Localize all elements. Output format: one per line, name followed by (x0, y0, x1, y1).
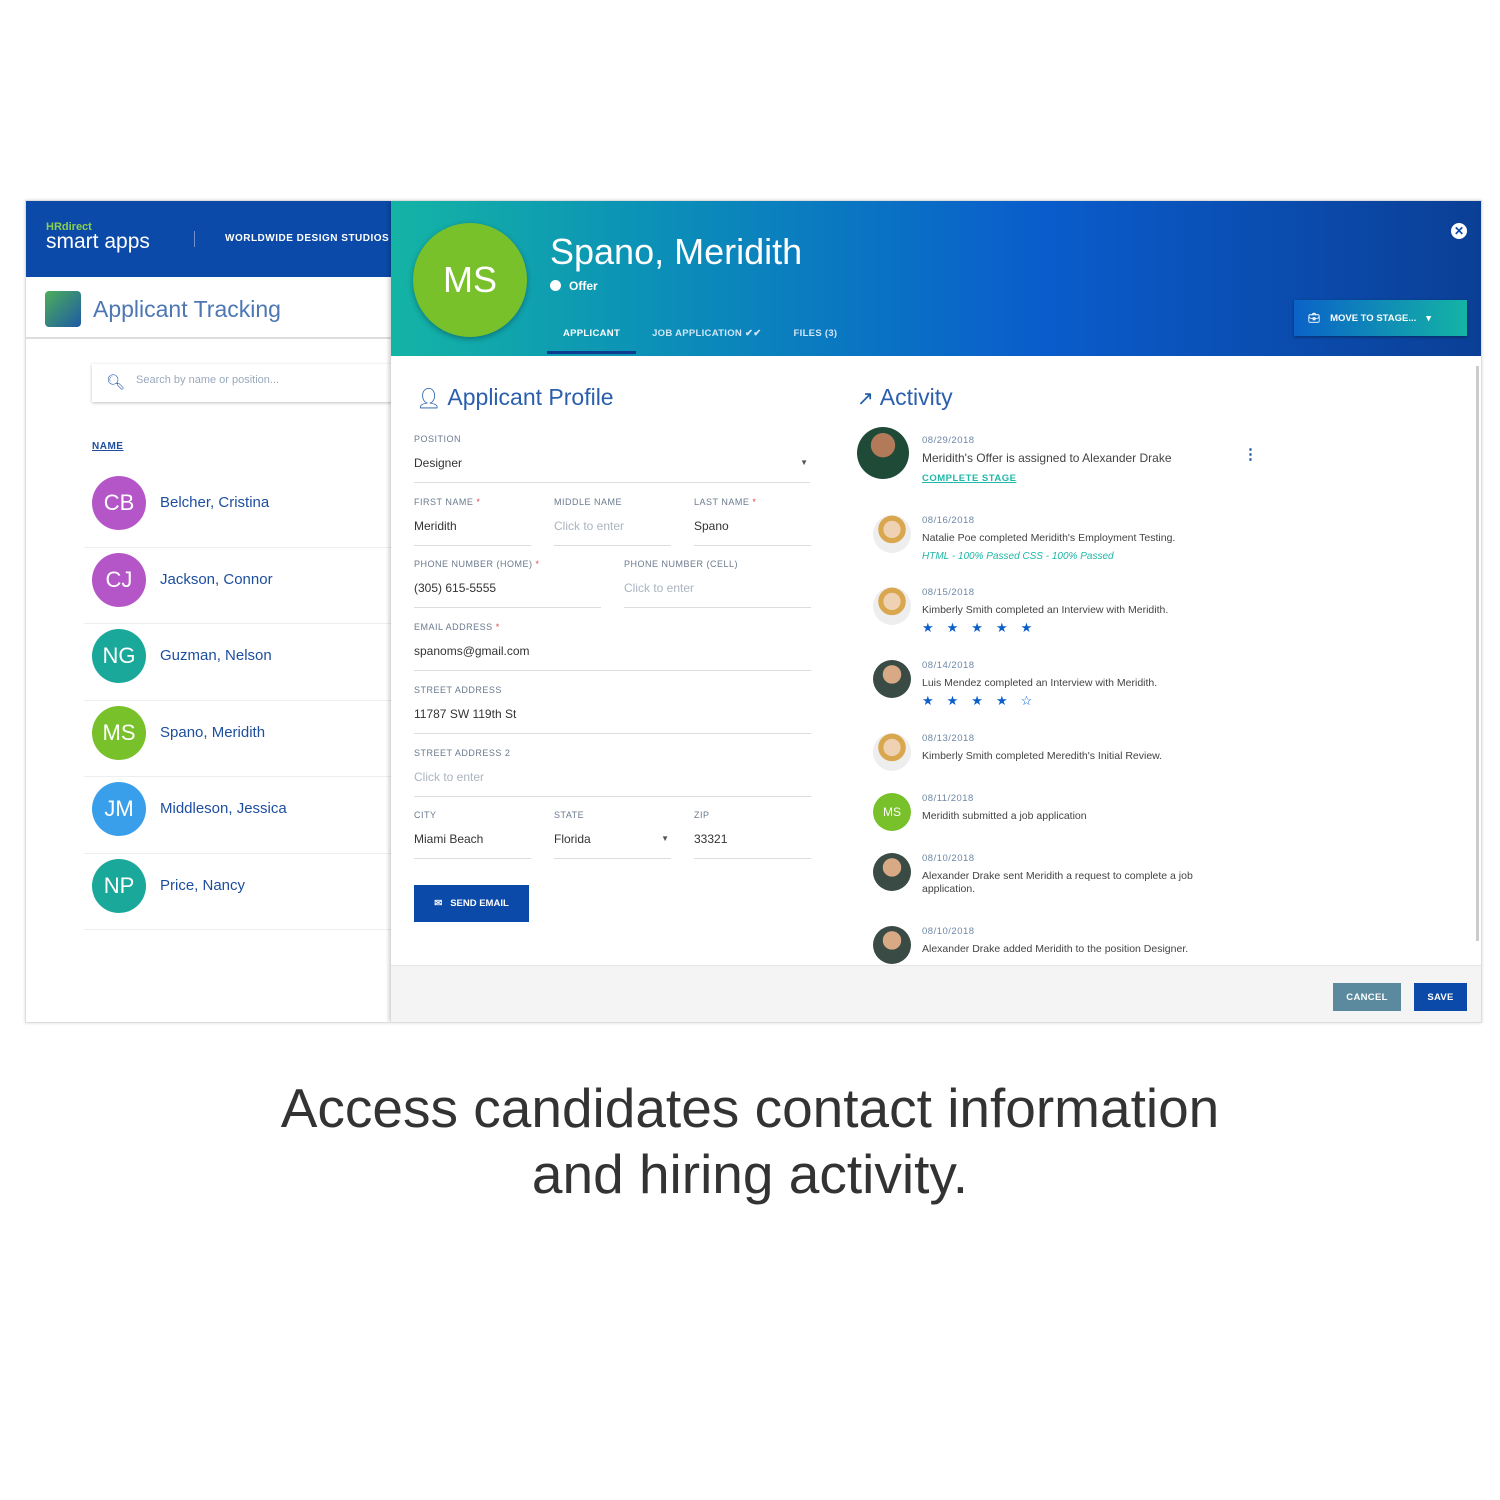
first-name-field[interactable]: FIRST NAME * Meridith (414, 497, 531, 546)
scrollbar[interactable] (1476, 366, 1479, 941)
chevron-down-icon: ▾ (1426, 312, 1432, 324)
avatar: CJ (92, 552, 146, 607)
cancel-button[interactable]: CANCEL (1333, 983, 1401, 1011)
search-box: 🔍︎ (92, 364, 392, 402)
app-title: Applicant Tracking (93, 296, 281, 322)
activity-item: 08/16/2018 Natalie Poe completed Meridith… (857, 515, 1227, 562)
applicant-detail-panel: MS Spano, Meridith Offer APPLICANT JOB A… (391, 201, 1481, 1022)
list-item[interactable]: JM Middleson, Jessica (84, 777, 391, 854)
state-select[interactable]: STATE Florida ▼ (554, 810, 671, 859)
user-photo (873, 587, 911, 625)
briefcase-icon: 💼︎ (1308, 312, 1321, 324)
phone-home-field[interactable]: PHONE NUMBER (HOME) * (305) 615-5555 (414, 559, 601, 608)
applicant-tracking-icon (45, 291, 81, 327)
applicant-list: CB Belcher, Cristina CJ Jackson, Connor NG… (84, 471, 391, 930)
tab-files[interactable]: FILES (3) (778, 319, 854, 354)
last-name-field[interactable]: LAST NAME * Spano (694, 497, 811, 546)
caret-down-icon: ▼ (661, 834, 669, 843)
activity-item: 08/15/2018 Kimberly Smith completed an In… (857, 587, 1227, 636)
more-options-icon[interactable]: ⋮ (1243, 445, 1258, 463)
list-item[interactable]: NG Guzman, Nelson (84, 624, 391, 701)
tab-job-application[interactable]: JOB APPLICATION ✔✔ (636, 319, 777, 354)
star-rating: ★★★★☆ (922, 693, 1046, 708)
list-item[interactable]: CB Belcher, Cristina (84, 471, 391, 548)
zip-field[interactable]: ZIP 33321 (694, 810, 811, 859)
applicant-name: Spano, Meridith (550, 231, 803, 272)
email-field[interactable]: EMAIL ADDRESS * spanoms@gmail.com (414, 622, 811, 671)
list-item[interactable]: MS Spano, Meridith (84, 701, 391, 777)
divider (194, 231, 195, 247)
applicant-name: Belcher, Cristina (160, 494, 270, 511)
applicant-header: MS Spano, Meridith Offer APPLICANT JOB A… (391, 201, 1481, 356)
list-item[interactable]: CJ Jackson, Connor (84, 548, 391, 624)
avatar: MS (873, 793, 911, 831)
user-photo (873, 660, 911, 698)
send-email-button[interactable]: ✉ SEND EMAIL (414, 885, 529, 922)
applicant-avatar: MS (413, 223, 527, 337)
activity-item: 08/10/2018 Alexander Drake added Meridith… (857, 926, 1227, 964)
brand-bar: HRdirect smart apps WORLDWIDE DESIGN STU… (26, 201, 391, 277)
middle-name-field[interactable]: MIDDLE NAME Click to enter (554, 497, 671, 546)
move-to-stage-button[interactable]: 💼︎ MOVE TO STAGE... ▾ (1294, 300, 1467, 336)
sidebar: HRdirect smart apps WORLDWIDE DESIGN STU… (26, 201, 392, 1022)
footer-bar: CANCEL SAVE (391, 965, 1481, 1022)
save-button[interactable]: SAVE (1414, 983, 1467, 1011)
smartapps-logo[interactable]: HRdirect smart apps (46, 221, 150, 254)
section-title-profile: 👤︎ Applicant Profile (416, 384, 614, 410)
section-title-activity: ↗ Activity (857, 384, 953, 410)
caret-down-icon: ▼ (800, 458, 808, 467)
activity-item: 08/14/2018 Luis Mendez completed an Inter… (857, 660, 1227, 709)
position-select[interactable]: POSITION Designer ▼ (414, 434, 810, 483)
applicant-name: Price, Nancy (160, 876, 246, 894)
org-name: WORLDWIDE DESIGN STUDIOS (225, 233, 390, 244)
activity-item: 08/10/2018 Alexander Drake sent Meridith … (857, 853, 1217, 896)
search-input[interactable] (136, 374, 376, 386)
complete-stage-link[interactable]: COMPLETE STAGE (922, 473, 1227, 484)
app-header: Applicant Tracking (26, 277, 391, 339)
list-item[interactable]: NP Price, Nancy (84, 854, 391, 930)
sort-name-header[interactable]: NAME (92, 441, 123, 452)
user-photo (873, 926, 911, 964)
close-button[interactable]: ✕ (1451, 223, 1467, 239)
status-badge: Offer (550, 279, 598, 293)
activity-item: MS 08/11/2018 Meridith submitted a job app… (857, 793, 1227, 831)
avatar: CB (92, 476, 146, 530)
user-photo (873, 853, 911, 891)
user-photo (873, 515, 911, 553)
applicant-name: Spano, Meridith (160, 723, 266, 741)
envelope-icon: ✉ (434, 898, 443, 909)
tabs: APPLICANT JOB APPLICATION ✔✔ FILES (3) (547, 319, 853, 354)
app-window: HRdirect smart apps WORLDWIDE DESIGN STU… (25, 200, 1482, 1023)
applicant-name: Guzman, Nelson (160, 647, 272, 664)
avatar: NP (92, 858, 146, 913)
avatar: NG (92, 629, 146, 683)
star-rating: ★★★★★ (922, 620, 1046, 635)
street-address-2-field[interactable]: STREET ADDRESS 2 Click to enter (414, 748, 811, 797)
tab-applicant[interactable]: APPLICANT (547, 319, 637, 354)
phone-cell-field[interactable]: PHONE NUMBER (CELL) Click to enter (624, 559, 811, 608)
activity-item: 08/29/2018 Meridith's Offer is assigned t… (857, 427, 1258, 484)
caption: Access candidates contact information an… (280, 1077, 1220, 1205)
contact-card-icon: 👤︎ (416, 388, 442, 410)
search-icon: 🔍︎ (106, 374, 126, 391)
activity-item: 08/13/2018 Kimberly Smith completed Mered… (857, 733, 1227, 771)
applicant-name: Middleson, Jessica (160, 800, 287, 817)
user-photo (873, 733, 911, 771)
avatar: JM (92, 782, 146, 836)
applicant-name: Jackson, Connor (160, 570, 273, 588)
city-field[interactable]: CITY Miami Beach (414, 810, 531, 859)
user-photo (857, 427, 909, 479)
clock-icon (550, 280, 561, 291)
trend-line-icon: ↗ (857, 388, 874, 410)
street-address-field[interactable]: STREET ADDRESS 11787 SW 119th St (414, 685, 811, 734)
avatar: MS (92, 705, 146, 760)
